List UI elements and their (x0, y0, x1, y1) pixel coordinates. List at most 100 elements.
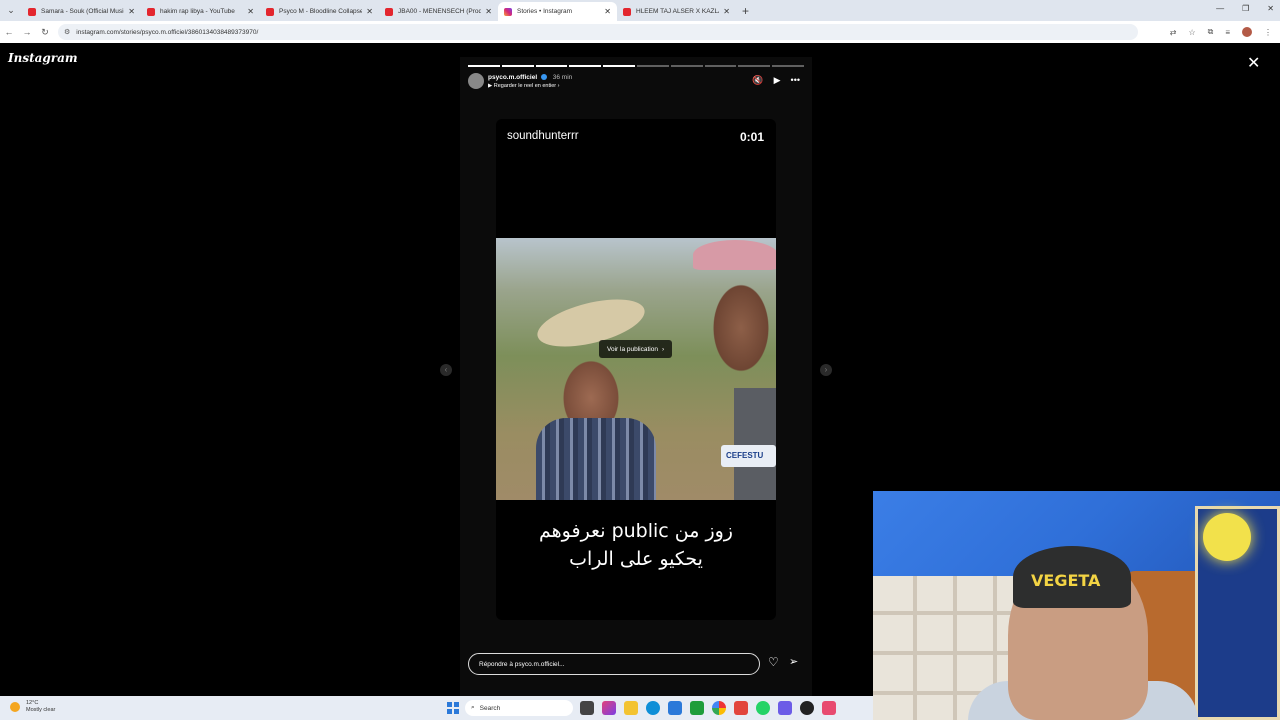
obs-icon[interactable] (800, 701, 814, 715)
browser-tab[interactable]: JBA00 - MENENSECH (Prod. H ✕ (379, 2, 498, 21)
story-header: psyco.m.officiel 36 min ▶ Regarder le re… (468, 72, 804, 92)
weather-widget[interactable]: 12°C Mostly clear (10, 700, 55, 714)
reply-placeholder: Répondre à psyco.m.officiel... (479, 660, 565, 668)
browser-toolbar: ← → ↻ ⚙ instagram.com/stories/psyco.m.of… (0, 21, 1280, 43)
cap-logo-text: VEGETA (1031, 571, 1101, 590)
site-info-icon[interactable]: ⚙ (64, 28, 70, 36)
translate-icon[interactable]: ⇄ (1170, 28, 1177, 37)
story-caption: زوز من public نعرفوهم يحكيو على الراب (496, 517, 776, 573)
more-menu-icon[interactable]: ⋮ (1264, 28, 1272, 37)
app-icon[interactable] (822, 701, 836, 715)
webcam-overlay: VEGETA (873, 491, 1280, 720)
profile-menu-icon[interactable]: ≡ (1225, 28, 1230, 37)
progress-segment (636, 65, 669, 67)
restore-icon[interactable]: ❐ (1242, 4, 1249, 13)
channel-watermark: CEFESTU (721, 445, 776, 467)
url-text: instagram.com/stories/psyco.m.officiel/3… (76, 28, 259, 36)
view-post-label: Voir la publication (607, 345, 658, 353)
story-avatar[interactable] (468, 73, 484, 89)
back-icon[interactable]: ← (0, 27, 18, 37)
close-tab-icon[interactable]: ✕ (723, 7, 730, 16)
shelf-post (953, 576, 957, 720)
close-tab-icon[interactable]: ✕ (604, 7, 611, 16)
plaid-shirt (536, 418, 656, 500)
progress-segment (603, 65, 635, 67)
next-story-icon[interactable]: › (820, 364, 832, 376)
close-window-icon[interactable]: ✕ (1267, 4, 1274, 13)
close-tab-icon[interactable]: ✕ (247, 7, 254, 16)
reply-input[interactable]: Répondre à psyco.m.officiel... (468, 653, 760, 675)
minimize-icon[interactable]: — (1216, 4, 1224, 13)
taskbar-search[interactable]: ⌕ Search (465, 700, 573, 716)
weather-desc: Mostly clear (26, 707, 56, 713)
story-media[interactable]: soundhunterrr 0:01 CEFESTU Voir la publi… (496, 119, 776, 620)
previous-story-icon[interactable]: ‹ (440, 364, 452, 376)
more-options-icon[interactable]: ••• (791, 75, 800, 86)
progress-segment (569, 65, 602, 67)
whatsapp-icon[interactable] (756, 701, 770, 715)
messenger-icon[interactable] (778, 701, 792, 715)
copilot-icon[interactable] (602, 701, 616, 715)
youtube-icon (623, 7, 631, 16)
browser-tab-bar: ⌄ Samara - Souk (Official Music V ✕ hakim … (0, 0, 1280, 21)
play-icon[interactable]: ▶ (774, 75, 781, 86)
watch-reel-link[interactable]: ▶ Regarder le reel en entier › (488, 83, 560, 89)
send-icon[interactable]: ➢ (789, 655, 798, 668)
weather-icon (10, 702, 20, 712)
progress-segment (468, 65, 500, 67)
progress-segment (704, 65, 737, 67)
progress-segment (501, 65, 534, 67)
instagram-icon (504, 7, 512, 16)
story-username[interactable]: psyco.m.officiel (488, 74, 537, 81)
taskbar-search-label: Search (479, 704, 501, 712)
bookmark-star-icon[interactable]: ☆ (1188, 28, 1195, 37)
instagram-logo[interactable]: Instagram (8, 51, 78, 65)
browser-tab[interactable]: Stories • Instagram ✕ (498, 2, 617, 21)
tab-search-icon[interactable]: ⌄ (0, 0, 22, 21)
close-story-icon[interactable]: ✕ (1247, 53, 1260, 73)
extensions-icon[interactable]: ⧉ (1208, 27, 1214, 37)
pink-cap (693, 240, 776, 270)
story-progress-bar (468, 65, 804, 67)
file-explorer-icon[interactable] (624, 701, 638, 715)
story-time: 36 min (552, 74, 573, 81)
view-post-button[interactable]: Voir la publication › (599, 340, 673, 358)
tab-title: Samara - Souk (Official Music V (41, 8, 125, 15)
youtube-icon (266, 7, 274, 16)
new-tab-button[interactable]: + (742, 4, 749, 18)
video-frame: CEFESTU Voir la publication › (496, 238, 776, 500)
edge-icon[interactable] (646, 701, 660, 715)
close-tab-icon[interactable]: ✕ (366, 7, 373, 16)
tab-title: JBA00 - MENENSECH (Prod. H (398, 8, 482, 15)
mute-icon[interactable]: 🔇 (752, 75, 763, 86)
brave-icon[interactable] (734, 701, 748, 715)
watch-reel-label: Regarder le reel en entier (493, 83, 557, 89)
store-icon[interactable] (668, 701, 682, 715)
close-tab-icon[interactable]: ✕ (128, 7, 135, 16)
browser-tab[interactable]: Samara - Souk (Official Music V ✕ (22, 2, 141, 21)
browser-tab[interactable]: Psyco M - Bloodline Collapse ✕ (260, 2, 379, 21)
task-view-icon[interactable] (580, 701, 594, 715)
browser-tab[interactable]: hakim rap libya - YouTube ✕ (141, 2, 260, 21)
address-bar[interactable]: ⚙ instagram.com/stories/psyco.m.officiel… (58, 24, 1138, 40)
youtube-icon (385, 7, 393, 16)
chrome-icon[interactable] (712, 701, 726, 715)
xbox-icon[interactable] (690, 701, 704, 715)
reload-icon[interactable]: ↻ (36, 27, 54, 38)
caption-line-1: زوز من public نعرفوهم (539, 520, 733, 542)
progress-segment (772, 65, 804, 67)
tab-title: hakim rap libya - YouTube (160, 8, 235, 15)
tab-title: Psyco M - Bloodline Collapse (279, 8, 363, 15)
profile-avatar[interactable] (1242, 27, 1252, 37)
tab-title: HLEEM TAJ ALSER X KAZLA - ll (636, 8, 719, 15)
close-tab-icon[interactable]: ✕ (485, 7, 492, 16)
grey-shirt (734, 388, 776, 500)
browser-tab[interactable]: HLEEM TAJ ALSER X KAZLA - ll ✕ (617, 2, 736, 21)
like-heart-icon[interactable]: ♡ (768, 655, 779, 669)
neon-smiley-sign (1203, 513, 1251, 561)
forward-icon[interactable]: → (18, 27, 36, 37)
tab-title: Stories • Instagram (517, 8, 573, 15)
chevron-right-icon: › (661, 345, 665, 353)
windows-start-icon[interactable] (447, 702, 459, 714)
windows-taskbar: 12°C Mostly clear ⌕ Search (0, 696, 873, 720)
